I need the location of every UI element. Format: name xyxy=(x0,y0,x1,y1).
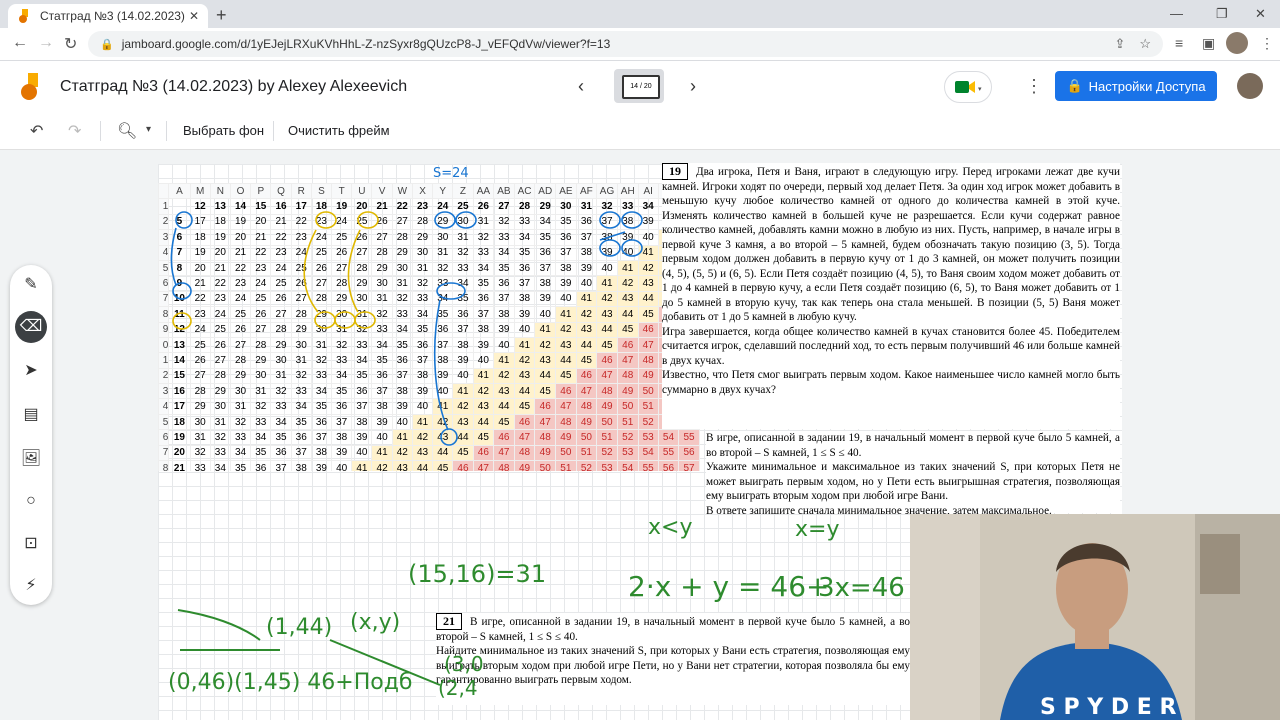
pen-icon[interactable]: ✎ xyxy=(19,273,43,297)
ink-x-equals-y: x=y xyxy=(795,517,840,542)
eraser-icon[interactable]: ⌫ xyxy=(15,311,47,343)
svg-text:S P Y D E R: S P Y D E R xyxy=(1040,695,1176,720)
textbox-icon[interactable]: ⊡ xyxy=(19,532,43,556)
tool-palette: ✎ ⌫ ➤ ▤ 🖼︎ ○ ⊡ ⚡︎ xyxy=(10,265,52,605)
ink-x-less-y: x<y xyxy=(648,515,693,540)
ink-pair-xy: (x,y) xyxy=(350,610,401,635)
webcam-overlay: S P Y D E R xyxy=(910,514,1280,720)
image-icon[interactable]: 🖼︎ xyxy=(19,447,43,471)
ink-equation-1: 2·x + y = 46+ xyxy=(628,570,830,603)
laser-icon[interactable]: ⚡︎ xyxy=(19,574,43,598)
blue-ink-strokes xyxy=(170,211,643,446)
ink-pair-sum: (15,16)=31 xyxy=(408,560,547,588)
ink-pairs-list: (0,46)(1,45) 46+Подб xyxy=(168,670,413,695)
ink-pair-partial-2: (2,4 xyxy=(438,676,478,700)
select-icon[interactable]: ➤ xyxy=(19,359,43,383)
ink-s24: S=24 xyxy=(433,166,469,181)
shape-icon[interactable]: ○ xyxy=(19,489,43,513)
yellow-ink-strokes xyxy=(172,211,379,330)
presenter-video-icon: S P Y D E R xyxy=(910,514,1280,720)
sticky-note-icon[interactable]: ▤ xyxy=(19,403,43,427)
ink-pair-partial-1: (3,0 xyxy=(444,652,484,676)
ink-pair-1-44: (1,44) xyxy=(266,615,333,640)
ink-equation-2: 3x=46 xyxy=(818,573,905,603)
